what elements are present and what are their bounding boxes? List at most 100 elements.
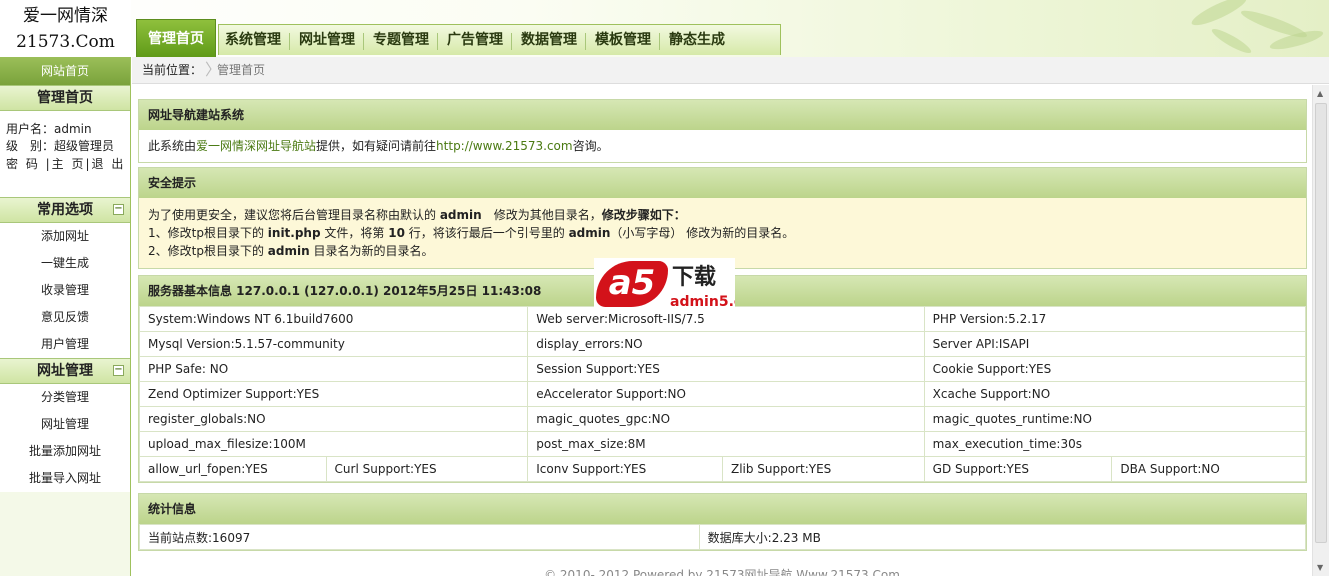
table-cell: magic_quotes_gpc:NO (527, 406, 925, 432)
table-cell: eAccelerator Support:NO (527, 381, 925, 407)
section-title: 管理首页 (37, 90, 93, 106)
scroll-down-icon[interactable]: ▼ (1317, 563, 1323, 572)
table-cell: register_globals:NO (138, 406, 529, 432)
text: 为了使用更安全，建议您将后台管理目录名称由默认的 (148, 208, 440, 222)
security-line-1: 为了使用更安全，建议您将后台管理目录名称由默认的 admin 修改为其他目录名，… (148, 206, 1297, 224)
security-line-2: 1、修改tp根目录下的 init.php 文件，将第 10 行，将该行最后一个引… (148, 224, 1297, 242)
security-title: 安全提示 (139, 168, 1306, 198)
sidebar-section-url-management[interactable]: 网址管理 − (0, 358, 130, 384)
sidebar-section-common[interactable]: 常用选项 − (0, 197, 130, 223)
sidebar-site-home-link[interactable]: 网站首页 (0, 57, 130, 85)
download-text: 下载 (672, 265, 717, 290)
tab-topics[interactable]: 专题管理 (364, 26, 438, 57)
a5-logo-mark: a5 (596, 261, 668, 307)
main-tabs: 管理首页 系统管理 网址管理 专题管理 广告管理 数据管理 模板管理 静态生成 (136, 17, 734, 57)
text: 修改为其他目录名， (481, 208, 602, 222)
a5-watermark-logo: a5 下载 admin5.com (594, 258, 735, 314)
stats-title: 统计信息 (139, 494, 1306, 524)
support-url-link[interactable]: http://www.21573.com (436, 139, 573, 153)
collapse-icon[interactable]: − (113, 204, 124, 215)
tab-label: 系统管理 (225, 32, 281, 48)
table-cell: display_errors:NO (527, 331, 925, 357)
tab-home[interactable]: 管理首页 (136, 19, 216, 57)
level-label: 级 别： (6, 139, 55, 153)
footer-copyright: © 2010- 2012 Powered by 21573网址导航 Www.21… (544, 568, 900, 576)
table-cell: Cookie Support:YES (923, 356, 1307, 382)
user-links[interactable]: 密 码 |主 页|退 出 (6, 156, 126, 173)
text: （小写字母） 修改为新的目录名。 (610, 226, 795, 240)
sidebar-item-batch-import[interactable]: 批量导入网址 (0, 465, 130, 492)
text-bold: admin (267, 244, 310, 258)
table-cell: GD Support:YES (923, 456, 1113, 482)
sidebar-item-url-management[interactable]: 网址管理 (0, 411, 130, 438)
table-cell: Xcache Support:NO (923, 381, 1307, 407)
table-cell: magic_quotes_runtime:NO (923, 406, 1307, 432)
breadcrumb: 当前位置： 〉 管理首页 (132, 57, 1329, 84)
sidebar-section-admin-home: 管理首页 (0, 85, 130, 111)
intro-text-mid: 提供，如有疑问请前往 (316, 139, 437, 153)
sidebar-item-batch-add[interactable]: 批量添加网址 (0, 438, 130, 465)
scrollbar-thumb[interactable] (1315, 103, 1327, 543)
collapse-icon[interactable]: − (113, 365, 124, 376)
text-bold: 10 (388, 226, 405, 240)
table-cell: Iconv Support:YES (527, 456, 723, 482)
table-row: Mysql Version:5.1.57-community display_er… (138, 331, 1307, 357)
breadcrumb-current[interactable]: 管理首页 (217, 57, 265, 83)
tab-urls[interactable]: 网址管理 (290, 26, 364, 57)
author-site-link[interactable]: 爱一网情深网址导航站 (196, 139, 316, 153)
tab-label: 管理首页 (148, 31, 204, 47)
tab-system[interactable]: 系统管理 (216, 26, 290, 57)
username-value: admin (54, 122, 92, 136)
table-cell: Session Support:YES (527, 356, 925, 382)
sidebar-item-users[interactable]: 用户管理 (0, 331, 130, 358)
text: 目录名为新的目录名。 (309, 244, 434, 258)
intro-text: 此系统由爱一网情深网址导航站提供，如有疑问请前往http://www.21573… (139, 130, 1306, 162)
tab-templates[interactable]: 模板管理 (586, 26, 660, 57)
sidebar-item-feedback[interactable]: 意见反馈 (0, 304, 130, 331)
intro-panel: 网址导航建站系统 此系统由爱一网情深网址导航站提供，如有疑问请前往http://… (138, 99, 1307, 163)
text-bold: 修改步骤如下： (601, 208, 686, 222)
section-title: 网址管理 (37, 363, 93, 379)
server-info-table: System:Windows NT 6.1build7600 Web server… (138, 306, 1307, 482)
intro-title: 网址导航建站系统 (139, 100, 1306, 130)
sidebar: 网站首页 管理首页 用户名：admin 级 别：超级管理员 密 码 |主 页|退… (0, 57, 131, 576)
table-cell: Curl Support:YES (325, 456, 529, 482)
table-cell: allow_url_fopen:YES (139, 456, 327, 482)
sidebar-item-one-click-generate[interactable]: 一键生成 (0, 250, 130, 277)
table-cell: Mysql Version:5.1.57-community (138, 331, 529, 357)
stats-panel: 统计信息 当前站点数:16097 数据库大小:2.23 MB (138, 493, 1307, 551)
vertical-scrollbar[interactable]: ▲ ▼ (1312, 85, 1329, 576)
table-cell: Server API:ISAPI (923, 331, 1307, 357)
logo-line1: 爱一网情深 (23, 6, 108, 26)
section-title: 常用选项 (37, 202, 93, 218)
tab-static[interactable]: 静态生成 (660, 26, 734, 57)
text: 文件，将第 (320, 226, 389, 240)
table-cell: System:Windows NT 6.1build7600 (138, 306, 529, 332)
level-value: 超级管理员 (54, 139, 115, 153)
table-cell: post_max_size:8M (527, 431, 925, 457)
table-row: PHP Safe: NO Session Support:YES Cookie Su… (138, 356, 1307, 382)
bamboo-decoration (1169, 0, 1329, 57)
username-label: 用户名： (6, 122, 55, 136)
table-row: allow_url_fopen:YES Curl Support:YES Iconv… (139, 456, 1306, 482)
sidebar-item-submissions[interactable]: 收录管理 (0, 277, 130, 304)
table-row: register_globals:NO magic_quotes_gpc:NO ma… (138, 406, 1307, 432)
breadcrumb-label: 当前位置： (142, 63, 203, 77)
table-row: Zend Optimizer Support:YES eAccelerator S… (138, 381, 1307, 407)
intro-text-pre: 此系统由 (148, 139, 197, 153)
security-panel: 安全提示 为了使用更安全，建议您将后台管理目录名称由默认的 admin 修改为其… (138, 167, 1307, 269)
tab-label: 网址管理 (299, 32, 355, 48)
text-bold: init.php (267, 226, 321, 240)
tab-label: 广告管理 (447, 32, 503, 48)
text: 1、修改tp根目录下的 (148, 226, 268, 240)
text: 行，将该行最后一个引号里的 (404, 226, 569, 240)
tab-ads[interactable]: 广告管理 (438, 26, 512, 57)
scroll-up-icon[interactable]: ▲ (1317, 89, 1323, 98)
site-logo[interactable]: 爱一网情深 21573.Com (0, 0, 131, 57)
table-cell: max_execution_time:30s (923, 431, 1307, 457)
intro-text-post: 咨询。 (572, 139, 609, 153)
site-count: 当前站点数:16097 (139, 524, 700, 550)
sidebar-item-categories[interactable]: 分类管理 (0, 384, 130, 411)
tab-data[interactable]: 数据管理 (512, 26, 586, 57)
sidebar-item-add-url[interactable]: 添加网址 (0, 223, 130, 250)
